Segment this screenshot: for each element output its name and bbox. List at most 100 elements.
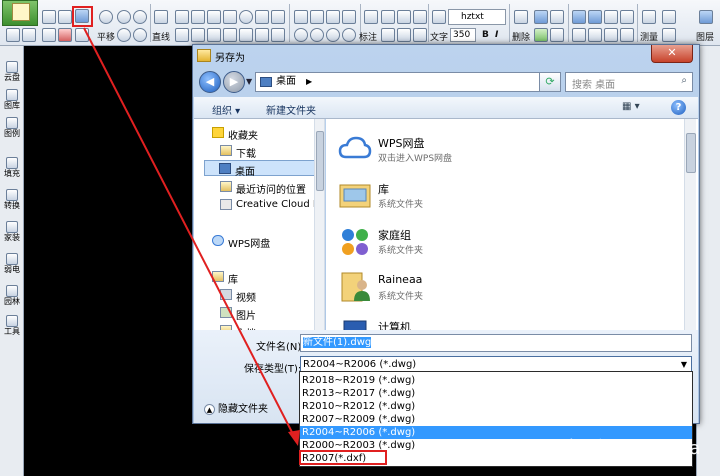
area-icon[interactable]	[662, 10, 676, 24]
refresh-button[interactable]: ⟳	[539, 72, 561, 92]
nav-item-wps[interactable]: WPS网盘	[194, 233, 314, 250]
curve-icon[interactable]	[223, 10, 237, 24]
osnap-icon[interactable]	[572, 28, 586, 42]
trim-icon[interactable]	[207, 28, 221, 42]
sidebar-item-convert[interactable]: 转换	[1, 188, 23, 214]
italic-button[interactable]: I	[495, 30, 498, 40]
app-logo-icon[interactable]	[2, 0, 38, 26]
polygon-icon[interactable]	[271, 10, 285, 24]
filename-input[interactable]: 新文件(1).dwg	[300, 334, 692, 352]
sidebar-item-home-decor[interactable]: 家装	[1, 220, 23, 246]
distance-icon[interactable]	[662, 28, 676, 42]
print-icon[interactable]	[75, 28, 89, 42]
file-list-scrollbar[interactable]	[684, 119, 696, 330]
nav-item-favorites[interactable]: 收藏夹	[194, 125, 314, 142]
zoom-in-icon[interactable]	[117, 10, 131, 24]
explode-icon[interactable]	[326, 28, 340, 42]
text-icon[interactable]	[432, 10, 446, 24]
rectangle-icon[interactable]	[255, 10, 269, 24]
save-icon[interactable]	[58, 10, 72, 24]
hide-folders-button[interactable]: ▲ 隐藏文件夹	[204, 400, 268, 415]
help-button[interactable]: ?	[671, 100, 686, 115]
font-size-select[interactable]: 350	[450, 28, 476, 42]
coordinate-dim-icon[interactable]	[413, 28, 427, 42]
nav-item-recent[interactable]: 最近访问的位置	[194, 179, 314, 196]
group-icon[interactable]	[534, 28, 548, 42]
radius-dim-icon[interactable]	[381, 28, 395, 42]
breadcrumb-arrow-icon[interactable]: ▶	[306, 73, 312, 91]
sidebar-item-low-voltage[interactable]: 弱电	[1, 252, 23, 278]
line-icon[interactable]	[154, 10, 168, 24]
chamfer-icon[interactable]	[255, 28, 269, 42]
measure-icon[interactable]	[642, 10, 656, 24]
nav-item-desktop[interactable]: 桌面	[204, 160, 324, 178]
sidebar-item-tools[interactable]: 工具	[1, 314, 23, 340]
otrack-icon[interactable]	[588, 28, 602, 42]
sidebar-item-legend[interactable]: 图例	[1, 116, 23, 142]
arc-icon[interactable]	[191, 10, 205, 24]
linear-dim-icon[interactable]	[381, 10, 395, 24]
nav-item-videos[interactable]: 视频	[194, 287, 314, 304]
stretch-icon[interactable]	[342, 28, 356, 42]
nav-item-creative-cloud[interactable]: Creative Cloud F	[194, 197, 319, 213]
search-input[interactable]: 搜索 桌面 ⌕	[565, 72, 693, 92]
polyline-icon[interactable]	[175, 10, 189, 24]
offset-icon[interactable]	[175, 28, 189, 42]
array-icon[interactable]	[271, 28, 285, 42]
list-item[interactable]: 家庭组 系统文件夹	[338, 221, 638, 265]
move-icon[interactable]	[294, 10, 308, 24]
properties-icon[interactable]	[620, 28, 634, 42]
grid-icon[interactable]	[588, 10, 602, 24]
forward-button[interactable]: ▶	[223, 71, 245, 93]
list-item[interactable]: 计算机	[338, 313, 638, 330]
view-options-button[interactable]: ▦ ▾	[622, 101, 640, 112]
break-icon[interactable]	[294, 28, 308, 42]
new-icon[interactable]	[42, 28, 56, 42]
polar-icon[interactable]	[620, 10, 634, 24]
spline-icon[interactable]	[207, 10, 221, 24]
sidebar-item-cloud[interactable]: 云盘	[1, 60, 23, 86]
rotate-icon[interactable]	[326, 10, 340, 24]
undo-icon[interactable]	[6, 28, 20, 42]
sidebar-item-hatch[interactable]: 填充	[1, 156, 23, 182]
filetype-option[interactable]: R2010~R2012 (*.dwg)	[300, 400, 692, 413]
extend-icon[interactable]	[223, 28, 237, 42]
nav-item-pictures[interactable]: 图片	[194, 305, 314, 322]
aligned-dim-icon[interactable]	[397, 10, 411, 24]
filetype-option[interactable]: R2018~R2019 (*.dwg)	[300, 374, 692, 387]
circle-icon[interactable]	[239, 10, 253, 24]
layer-icon[interactable]	[699, 10, 713, 24]
open-icon[interactable]	[42, 10, 56, 24]
redo-icon[interactable]	[22, 28, 36, 42]
nav-item-libraries[interactable]: 库	[194, 269, 314, 286]
list-item[interactable]: Raineaa 系统文件夹	[338, 267, 638, 311]
sidebar-item-garden[interactable]: 园林	[1, 284, 23, 310]
scale-icon[interactable]	[342, 10, 356, 24]
erase-icon[interactable]	[514, 10, 528, 24]
filetype-option[interactable]: R2013~R2017 (*.dwg)	[300, 387, 692, 400]
snap-icon[interactable]	[572, 10, 586, 24]
zoom-out-icon[interactable]	[133, 10, 147, 24]
list-item[interactable]: 库 系统文件夹	[338, 175, 638, 219]
insert-icon[interactable]	[550, 10, 564, 24]
filetype-option[interactable]: R2007~R2009 (*.dwg)	[300, 413, 692, 426]
back-button[interactable]: ◀	[199, 71, 221, 93]
lineweight-icon[interactable]	[604, 28, 618, 42]
bold-button[interactable]: B	[482, 30, 489, 40]
organize-button[interactable]: 组织 ▾	[212, 102, 240, 117]
list-item[interactable]: WPS网盘 双击进入WPS网盘	[338, 129, 638, 173]
pan-icon[interactable]	[99, 10, 113, 24]
recent-locations-dropdown[interactable]: ▼	[246, 77, 252, 86]
address-bar[interactable]: 桌面 ▶ ▼	[255, 72, 555, 92]
match-prop-icon[interactable]	[550, 28, 564, 42]
zoom-extents-icon[interactable]	[133, 28, 147, 42]
nav-scrollbar[interactable]	[314, 119, 324, 330]
copy-icon[interactable]	[310, 10, 324, 24]
close-button[interactable]: ✕	[651, 45, 693, 63]
sidebar-item-library[interactable]: 图库	[1, 88, 23, 114]
block-icon[interactable]	[534, 10, 548, 24]
angular-dim-icon[interactable]	[413, 10, 427, 24]
zoom-window-icon[interactable]	[117, 28, 131, 42]
join-icon[interactable]	[310, 28, 324, 42]
ortho-icon[interactable]	[604, 10, 618, 24]
